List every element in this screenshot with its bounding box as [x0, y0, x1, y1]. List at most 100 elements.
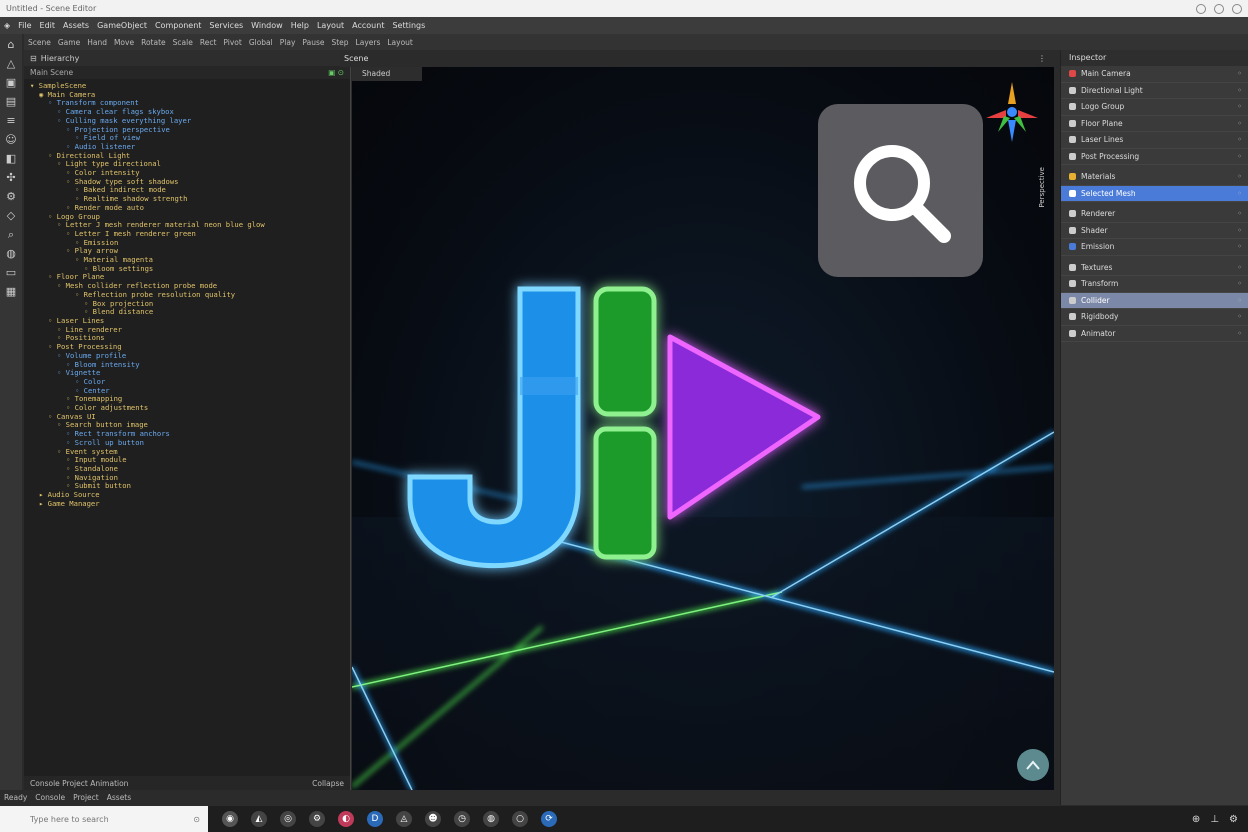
collapse-button[interactable]: Collapse	[312, 779, 344, 788]
menu-item[interactable]: Edit	[40, 21, 56, 30]
cube-icon[interactable]: ◇	[5, 209, 18, 222]
taskbar-search[interactable]: Type here to search ⊙	[0, 806, 208, 832]
files-icon[interactable]: ◉	[222, 811, 238, 827]
inspector-item[interactable]: Shader ◦	[1061, 223, 1248, 239]
update-icon[interactable]: ⟳	[541, 811, 557, 827]
globe-icon[interactable]: ◍	[483, 811, 499, 827]
toolbar-item[interactable]: Layers	[356, 38, 381, 47]
scroll-up-button[interactable]	[1017, 749, 1049, 781]
toolbar-item[interactable]: Move	[114, 38, 134, 47]
visibility-toggle-icon[interactable]: ◦	[1237, 152, 1242, 161]
toolbar-item[interactable]: Play	[280, 38, 296, 47]
scene-view-menu-icon[interactable]: ⋮	[1038, 54, 1046, 63]
inspector-item[interactable]: Textures ◦	[1061, 260, 1248, 276]
toolbar-item[interactable]: Scene	[28, 38, 51, 47]
inspector-item[interactable]: Directional Light ◦	[1061, 83, 1248, 99]
circle-icon[interactable]: ○	[512, 811, 528, 827]
inspector-item[interactable]: Main Camera ◦	[1061, 66, 1248, 83]
inspector-item[interactable]: Emission ◦	[1061, 239, 1248, 256]
inspector-item[interactable]: Materials ◦	[1061, 169, 1248, 186]
media-icon[interactable]: ◐	[338, 811, 354, 827]
menu-item[interactable]: Account	[352, 21, 384, 30]
visibility-toggle-icon[interactable]: ◦	[1237, 172, 1242, 181]
toolbar-item[interactable]: Pivot	[223, 38, 241, 47]
tree-line[interactable]: ◦ Reflection probe resolution quality	[30, 290, 350, 300]
toolbar-item[interactable]: Pause	[302, 38, 324, 47]
location-icon[interactable]: ◬	[396, 811, 412, 827]
inspector-item[interactable]: Post Processing ◦	[1061, 149, 1248, 165]
hierarchy-tab[interactable]: ⊟ Hierarchy	[24, 50, 350, 66]
inspector-item[interactable]: Collider ◦	[1061, 292, 1248, 309]
close-button[interactable]	[1232, 3, 1242, 14]
search-button[interactable]	[818, 104, 983, 277]
menu-item[interactable]: GameObject	[97, 21, 147, 30]
toolbar-item[interactable]: Rect	[200, 38, 217, 47]
visibility-toggle-icon[interactable]: ◦	[1237, 86, 1242, 95]
visibility-toggle-icon[interactable]: ◦	[1237, 102, 1242, 111]
visibility-toggle-icon[interactable]: ◦	[1237, 242, 1242, 251]
cat-icon[interactable]: ☻	[425, 811, 441, 827]
menu-item[interactable]: Layout	[317, 21, 344, 30]
toolbar-item[interactable]: Layout	[387, 38, 413, 47]
puzzle-icon[interactable]: ✣	[5, 171, 18, 184]
menu-item[interactable]: Assets	[63, 21, 89, 30]
inspector-item[interactable]: Logo Group ◦	[1061, 99, 1248, 116]
status-item[interactable]: Console	[35, 793, 65, 802]
pin-icon[interactable]: ⊥	[1210, 814, 1219, 825]
menu-item[interactable]: Window	[251, 21, 283, 30]
mic-icon[interactable]: ⊙	[193, 815, 200, 824]
inspector-item[interactable]: Transform ◦	[1061, 276, 1248, 293]
maximize-button[interactable]	[1214, 3, 1224, 14]
tree-line[interactable]: ◦ Material magenta	[30, 255, 350, 265]
visibility-toggle-icon[interactable]: ◦	[1237, 263, 1242, 272]
home-icon[interactable]: ⌂	[5, 38, 18, 51]
user-icon[interactable]: ☺	[5, 133, 18, 146]
visibility-toggle-icon[interactable]: ◦	[1237, 135, 1242, 144]
visibility-toggle-icon[interactable]: ◦	[1237, 119, 1242, 128]
toolbar-item[interactable]: Step	[331, 38, 348, 47]
visibility-toggle-icon[interactable]: ◦	[1237, 209, 1242, 218]
settings-icon[interactable]: ⚙	[5, 190, 18, 203]
status-item[interactable]: Assets	[107, 793, 131, 802]
footer-tabs[interactable]: Console Project Animation	[30, 779, 128, 788]
status-item[interactable]: Project	[73, 793, 99, 802]
image-icon[interactable]: ▣	[5, 76, 18, 89]
visibility-toggle-icon[interactable]: ◦	[1237, 279, 1242, 288]
status-item[interactable]: Ready	[4, 793, 27, 802]
settings-icon[interactable]: ⚙	[1229, 814, 1238, 825]
menu-item[interactable]: Settings	[392, 21, 425, 30]
toolbar-item[interactable]: Game	[58, 38, 80, 47]
toolbar-item[interactable]: Scale	[173, 38, 193, 47]
folder-icon[interactable]: ▤	[5, 95, 18, 108]
menu-item[interactable]: Help	[291, 21, 309, 30]
tree-line[interactable]: ▸ Game Manager	[30, 499, 350, 509]
hierarchy-actions[interactable]: ▣ ⊙	[328, 68, 344, 77]
inspector-item[interactable]: Renderer ◦	[1061, 206, 1248, 223]
toolbar-item[interactable]: Rotate	[141, 38, 166, 47]
visibility-toggle-icon[interactable]: ◦	[1237, 312, 1242, 321]
chrome-icon[interactable]: ◎	[280, 811, 296, 827]
d-icon[interactable]: D	[367, 811, 383, 827]
toolbar-item[interactable]: Hand	[87, 38, 107, 47]
inspector-item[interactable]: Animator ◦	[1061, 326, 1248, 342]
minimize-button[interactable]	[1196, 3, 1206, 14]
visibility-toggle-icon[interactable]: ◦	[1237, 329, 1242, 338]
layers-icon[interactable]: ≡	[5, 114, 18, 127]
inspector-item[interactable]: Floor Plane ◦	[1061, 116, 1248, 132]
clock-icon[interactable]: ◷	[454, 811, 470, 827]
tree-line[interactable]: ◦ Box projection	[30, 299, 350, 309]
menu-item[interactable]: Services	[209, 21, 243, 30]
globe-icon[interactable]: ◍	[5, 247, 18, 260]
terminal-icon[interactable]: ▭	[5, 266, 18, 279]
app-logo-icon[interactable]: ◈	[4, 21, 10, 30]
triangle-icon[interactable]: △	[5, 57, 18, 70]
menu-item[interactable]: File	[18, 21, 31, 30]
scene-viewport[interactable]: Perspective	[352, 67, 1054, 790]
inspector-item[interactable]: Selected Mesh ◦	[1061, 185, 1248, 202]
network-icon[interactable]: ⊕	[1192, 814, 1200, 825]
settings-icon[interactable]: ⚙	[309, 811, 325, 827]
visibility-toggle-icon[interactable]: ◦	[1237, 69, 1242, 78]
menu-item[interactable]: Component	[155, 21, 201, 30]
toolbar-item[interactable]: Global	[249, 38, 273, 47]
inspector-item[interactable]: Rigidbody ◦	[1061, 309, 1248, 326]
